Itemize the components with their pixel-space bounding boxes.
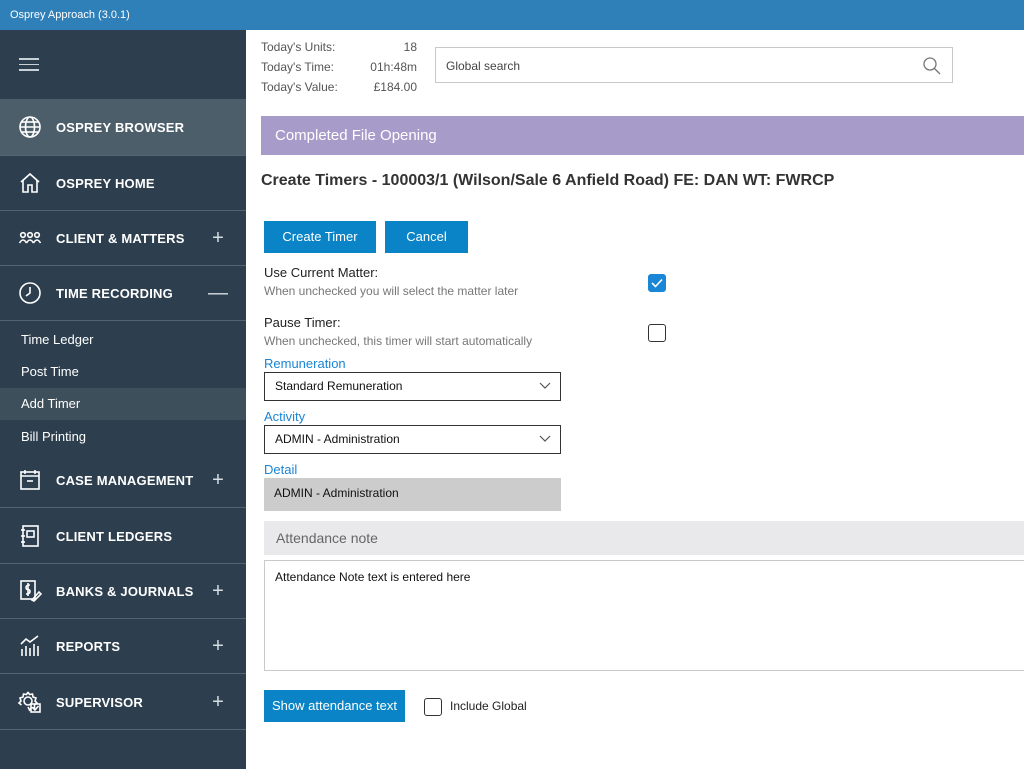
nav-label: SUPERVISOR	[56, 694, 144, 710]
use-current-matter-label: Use Current Matter:	[264, 265, 379, 280]
chevron-down-icon	[539, 382, 551, 389]
nav-osprey-browser[interactable]: OSPREY BROWSER	[0, 99, 246, 156]
globe-icon	[18, 115, 42, 139]
expand-icon[interactable]: +	[208, 228, 228, 248]
nav-label: CLIENT LEDGERS	[56, 528, 173, 544]
chart-icon	[18, 634, 42, 658]
sidebar-item-add-timer[interactable]: Add Timer	[0, 388, 246, 420]
calendar-icon	[18, 468, 42, 492]
clock-icon	[18, 281, 42, 305]
include-global-label: Include Global	[450, 699, 527, 713]
remuneration-select[interactable]: Standard Remuneration	[264, 372, 561, 401]
include-global-checkbox[interactable]	[424, 698, 442, 716]
ledger-icon	[18, 524, 42, 548]
use-current-matter-hint: When unchecked you will select the matte…	[264, 284, 519, 298]
nav-client-ledgers[interactable]: CLIENT LEDGERS	[0, 509, 246, 564]
attendance-note-header: Attendance note	[264, 521, 1024, 555]
bank-icon	[18, 579, 42, 603]
value-value: £184.00	[373, 80, 417, 94]
home-icon	[18, 171, 42, 195]
nav-label: OSPREY BROWSER	[56, 119, 185, 135]
nav-label: REPORTS	[56, 638, 121, 654]
collapse-icon[interactable]: —	[208, 283, 228, 303]
hamburger-menu-icon[interactable]	[19, 58, 39, 72]
sidebar-item-bill-printing[interactable]: Bill Printing	[0, 421, 246, 453]
nav-banks-journals[interactable]: BANKS & JOURNALS +	[0, 564, 246, 619]
sidebar: OSPREY BROWSER OSPREY HOME CLIENT & MATT…	[0, 30, 246, 769]
detail-label: Detail	[264, 462, 298, 477]
nav-reports[interactable]: REPORTS +	[0, 619, 246, 674]
expand-icon[interactable]: +	[208, 636, 228, 656]
nav-case-management[interactable]: CASE MANAGEMENT +	[0, 453, 246, 508]
chevron-down-icon	[539, 435, 551, 442]
page-banner: Completed File Opening	[261, 116, 1024, 155]
time-label: Today's Time:	[261, 60, 334, 74]
activity-label: Activity	[264, 409, 306, 424]
checkmark-icon	[651, 278, 663, 288]
pause-timer-hint: When unchecked, this timer will start au…	[264, 334, 533, 348]
units-value: 18	[403, 40, 417, 54]
detail-field: ADMIN - Administration	[264, 478, 561, 511]
expand-icon[interactable]: +	[208, 692, 228, 712]
activity-value: ADMIN - Administration	[275, 432, 400, 446]
cancel-button[interactable]: Cancel	[385, 221, 468, 253]
supervisor-gear-icon	[18, 690, 42, 714]
sidebar-item-time-ledger[interactable]: Time Ledger	[0, 324, 246, 356]
nav-label: TIME RECORDING	[56, 285, 173, 301]
expand-icon[interactable]: +	[208, 581, 228, 601]
expand-icon[interactable]: +	[208, 470, 228, 490]
nav-label: CLIENT & MATTERS	[56, 230, 185, 246]
create-timer-button[interactable]: Create Timer	[264, 221, 376, 253]
people-icon	[18, 226, 42, 250]
window-title: Osprey Approach (3.0.1)	[0, 0, 1024, 30]
nav-client-matters[interactable]: CLIENT & MATTERS +	[0, 211, 246, 266]
sidebar-item-post-time[interactable]: Post Time	[0, 356, 246, 388]
nav-label: BANKS & JOURNALS	[56, 583, 194, 599]
pause-timer-label: Pause Timer:	[264, 315, 341, 330]
nav-label: OSPREY HOME	[56, 175, 155, 191]
nav-time-recording[interactable]: TIME RECORDING —	[0, 266, 246, 321]
remuneration-label: Remuneration	[264, 356, 346, 371]
value-label: Today's Value:	[261, 80, 338, 94]
search-placeholder: Global search	[446, 59, 521, 73]
nav-osprey-home[interactable]: OSPREY HOME	[0, 156, 246, 211]
remuneration-value: Standard Remuneration	[275, 379, 403, 393]
time-value: 01h:48m	[370, 60, 417, 74]
nav-label: CASE MANAGEMENT	[56, 472, 194, 488]
activity-select[interactable]: ADMIN - Administration	[264, 425, 561, 454]
attendance-note-textarea[interactable]: Attendance Note text is entered here	[264, 560, 1024, 671]
units-label: Today's Units:	[261, 40, 336, 54]
page-title: Create Timers - 100003/1 (Wilson/Sale 6 …	[261, 172, 835, 189]
nav-supervisor[interactable]: SUPERVISOR +	[0, 675, 246, 730]
today-stats: Today's Units: 18 Today's Time: 01h:48m To…	[261, 37, 417, 97]
show-attendance-text-button[interactable]: Show attendance text	[264, 690, 405, 722]
search-icon[interactable]	[922, 56, 942, 76]
global-search-input[interactable]: Global search	[435, 47, 953, 83]
pause-timer-checkbox[interactable]	[648, 324, 666, 342]
use-current-matter-checkbox[interactable]	[648, 274, 666, 292]
